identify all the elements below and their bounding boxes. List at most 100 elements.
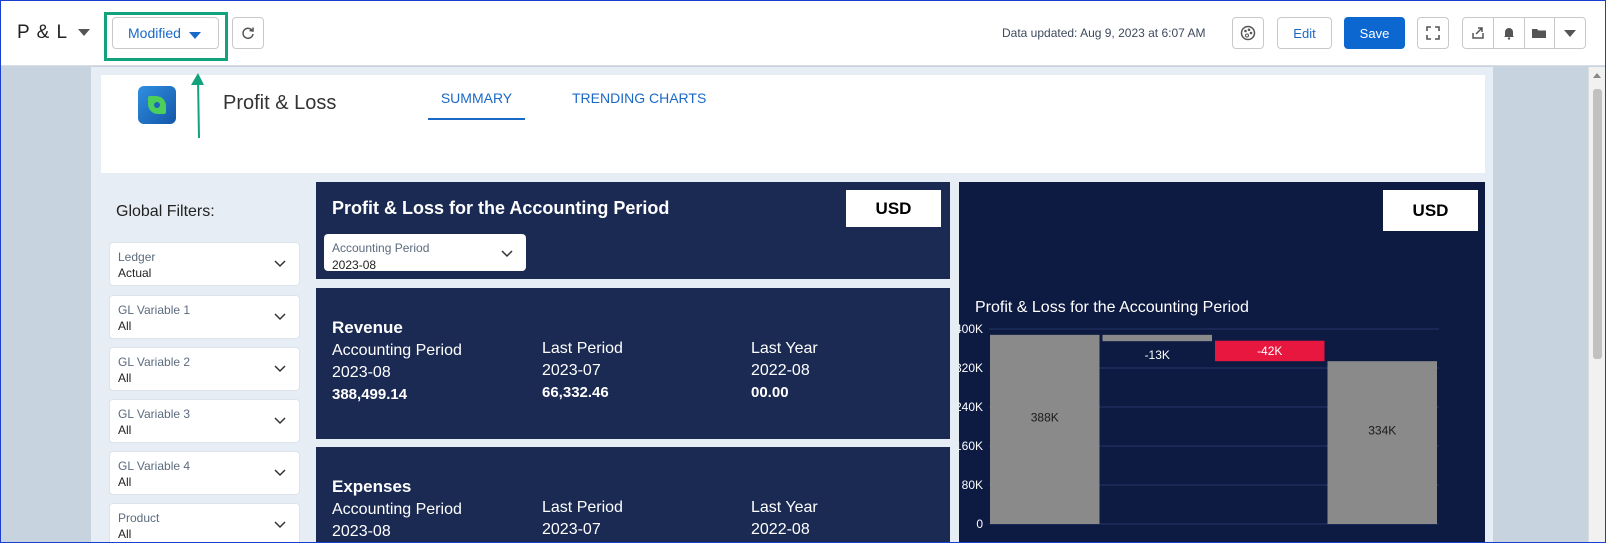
column-header: Accounting Period <box>332 342 462 359</box>
annotation-highlight-box <box>104 12 228 61</box>
save-button[interactable]: Save <box>1344 17 1405 49</box>
bar-data-label: 388K <box>1031 410 1059 424</box>
select-label: Accounting Period <box>332 241 430 255</box>
filter-value: All <box>118 527 132 541</box>
filter-label: GL Variable 4 <box>118 459 191 473</box>
filter-label: Product <box>118 511 160 525</box>
refresh-icon <box>242 27 254 40</box>
palette-icon <box>1240 25 1256 41</box>
theme-button[interactable] <box>1232 17 1264 49</box>
filter-value: All <box>118 319 132 333</box>
filter-value: All <box>118 371 132 385</box>
chevron-down-icon <box>274 365 286 373</box>
filter-label: GL Variable 3 <box>118 407 191 421</box>
y-tick-label: 240K <box>959 400 983 414</box>
canvas-margin-left <box>0 67 91 543</box>
refresh-button[interactable] <box>232 17 264 49</box>
filter-gl-variable-1[interactable]: GL Variable 1 All <box>109 295 300 339</box>
column-value: 388,499.14 <box>332 386 408 403</box>
expand-icon <box>1426 26 1440 40</box>
app-menu-caret-icon[interactable] <box>78 29 90 36</box>
column-header: Last Period <box>542 499 623 516</box>
currency-badge: USD <box>846 190 941 227</box>
chevron-down-icon <box>274 417 286 425</box>
tab-summary[interactable]: SUMMARY <box>428 90 525 120</box>
filter-gl-variable-3[interactable]: GL Variable 3 All <box>109 399 300 443</box>
vertical-scrollbar[interactable] <box>1588 67 1605 543</box>
app-title[interactable]: P & L <box>17 22 68 44</box>
column-period: 2023-08 <box>332 523 391 540</box>
scrollbar-thumb[interactable] <box>1593 89 1602 359</box>
y-tick-label: 80K <box>962 478 983 492</box>
chevron-down-icon <box>274 260 286 268</box>
column-period: 2023-07 <box>542 362 601 379</box>
app-logo <box>138 86 176 124</box>
chevron-down-icon <box>274 521 286 529</box>
folder-icon <box>1532 29 1547 38</box>
filter-ledger[interactable]: Ledger Actual <box>109 242 300 286</box>
waterfall-bar[interactable] <box>1327 361 1438 524</box>
annotation-arrow <box>191 73 204 139</box>
more-actions-button[interactable] <box>1555 18 1585 48</box>
filter-gl-variable-2[interactable]: GL Variable 2 All <box>109 347 300 391</box>
filter-label: GL Variable 2 <box>118 355 191 369</box>
expenses-panel: Expenses Accounting Period 2023-08 Last … <box>316 447 950 543</box>
y-tick-label: 320K <box>959 361 983 375</box>
chevron-down-icon <box>274 469 286 477</box>
expenses-col-accounting-period: Accounting Period 2023-08 <box>332 499 462 543</box>
chevron-down-icon <box>1564 29 1577 37</box>
waterfall-bar[interactable] <box>990 334 1100 524</box>
filter-value: All <box>118 475 132 489</box>
filter-product[interactable]: Product All <box>109 503 300 543</box>
top-toolbar: P & L Modified Data updated: Aug 9, 2023… <box>0 0 1606 66</box>
expenses-col-last-period: Last Period 2023-07 <box>542 497 623 541</box>
filter-label: Ledger <box>118 250 156 264</box>
waterfall-bar[interactable] <box>1102 334 1213 342</box>
share-button[interactable] <box>1463 18 1494 48</box>
bar-data-label: -42K <box>1257 344 1282 358</box>
edit-button[interactable]: Edit <box>1277 17 1332 49</box>
column-value: 66,332.46 <box>542 384 609 401</box>
leaf-icon <box>148 96 166 114</box>
chevron-down-icon <box>501 250 513 258</box>
bar-data-label: 334K <box>1368 424 1396 438</box>
folder-button[interactable] <box>1525 18 1556 48</box>
notify-button[interactable] <box>1494 18 1525 48</box>
tab-trending-charts[interactable]: TRENDING CHARTS <box>572 90 706 106</box>
bell-icon <box>1503 28 1514 40</box>
currency-badge: USD <box>1383 190 1478 231</box>
filter-label: GL Variable 1 <box>118 303 191 317</box>
chart-panel: USD Profit & Loss for the Accounting Per… <box>959 182 1485 543</box>
page-title: Profit & Loss <box>223 92 337 114</box>
accounting-period-select[interactable]: Accounting Period 2023-08 <box>324 234 526 271</box>
filter-value: All <box>118 423 132 437</box>
column-header: Last Year <box>751 340 818 357</box>
revenue-col-last-period: Last Period 2023-07 66,332.46 <box>542 338 623 404</box>
global-filters-title: Global Filters: <box>116 203 215 220</box>
y-tick-label: 400K <box>959 322 983 336</box>
expenses-col-last-year: Last Year 2022-08 <box>751 497 818 541</box>
scroll-up-arrow-icon[interactable] <box>1593 73 1601 78</box>
data-updated-text: Data updated: Aug 9, 2023 at 6:07 AM <box>1002 26 1206 40</box>
column-header: Last Year <box>751 499 818 516</box>
filter-gl-variable-4[interactable]: GL Variable 4 All <box>109 451 300 495</box>
column-value: 00.00 <box>751 384 789 401</box>
bar-data-label: -13K <box>1145 348 1170 362</box>
column-period: 2023-08 <box>332 364 391 381</box>
period-panel: Profit & Loss for the Accounting Period … <box>316 182 950 279</box>
action-button-group <box>1462 17 1586 49</box>
expenses-title: Expenses <box>332 477 412 496</box>
column-period: 2022-08 <box>751 362 810 379</box>
column-header: Accounting Period <box>332 501 462 518</box>
waterfall-chart: 0 80K 160K 240K 320K 400K 388K -13K -42K 334K <box>959 322 1439 531</box>
revenue-col-accounting-period: Accounting Period 2023-08 388,499.14 <box>332 340 462 406</box>
select-value: 2023-08 <box>332 258 377 271</box>
fullscreen-button[interactable] <box>1417 17 1449 49</box>
column-period: 2023-07 <box>542 521 601 538</box>
canvas-margin-right <box>1493 67 1588 543</box>
period-panel-title: Profit & Loss for the Accounting Period <box>332 198 670 218</box>
column-header: Last Period <box>542 340 623 357</box>
y-tick-label: 160K <box>959 439 983 453</box>
filter-value: Actual <box>118 266 152 280</box>
y-tick-label: 0 <box>976 517 983 531</box>
